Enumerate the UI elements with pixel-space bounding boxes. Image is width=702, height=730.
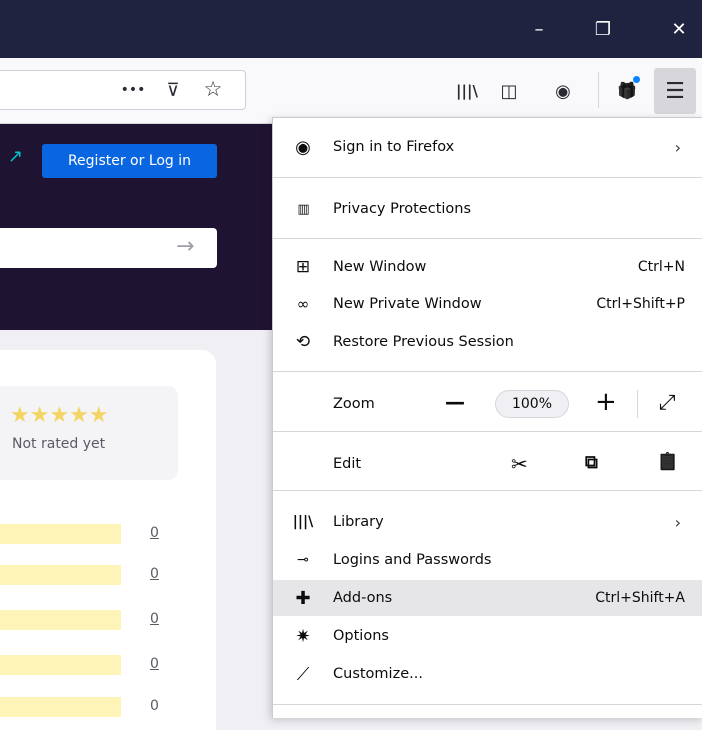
shortcut-label: Ctrl+Shift+A: [595, 590, 685, 606]
menu-zoom-row: Zoom — 100% + ⤢: [273, 384, 702, 424]
search-submit-icon[interactable]: →: [176, 234, 194, 259]
zoom-in-button[interactable]: +: [595, 387, 617, 417]
rating-bar: [0, 655, 121, 675]
menu-item-label: Library: [333, 514, 384, 530]
minimize-button[interactable]: –: [516, 0, 562, 58]
menu-item-new-private-window[interactable]: ∞ New Private Window Ctrl+Shift+P: [273, 286, 702, 322]
more-icon: •••: [120, 82, 146, 98]
menu-item-restore-session[interactable]: ⟲ Restore Previous Session: [273, 324, 702, 360]
zoom-separator: [637, 390, 638, 418]
menu-item-options[interactable]: ✷ Options: [273, 618, 702, 654]
menu-separator: [273, 238, 702, 239]
account-icon: ◉: [295, 136, 311, 158]
menu-separator: [273, 177, 702, 178]
gift-icon: 🎁: [617, 80, 637, 100]
shortcut-label: Ctrl+N: [637, 259, 685, 275]
menu-separator: [273, 704, 702, 705]
restore-icon: ❐: [594, 18, 612, 40]
rating-count-link[interactable]: 0: [150, 566, 159, 582]
bookmark-button[interactable]: ☆: [198, 74, 228, 104]
menu-item-logins[interactable]: ⊸ Logins and Passwords: [273, 542, 702, 578]
register-login-button[interactable]: Register or Log in: [42, 144, 217, 178]
menu-item-label: Add-ons: [333, 590, 393, 606]
menu-item-label: Options: [333, 628, 389, 644]
rating-count-link[interactable]: 0: [150, 611, 159, 627]
account-button[interactable]: ◉: [548, 76, 578, 106]
pocket-icon: ⊽: [166, 79, 180, 101]
menu-item-library[interactable]: |||\ Library ›: [273, 504, 702, 540]
url-bar[interactable]: ••• ⊽ ☆: [0, 70, 246, 110]
page-actions-button[interactable]: •••: [118, 75, 148, 105]
chevron-right-icon: ›: [674, 137, 681, 157]
copy-button[interactable]: ⧉: [585, 452, 598, 473]
fullscreen-button[interactable]: ⤢: [659, 390, 676, 415]
new-window-icon: ⊞: [295, 257, 311, 277]
rating-bar: [0, 524, 121, 544]
zoom-reset-button[interactable]: 100%: [495, 390, 569, 418]
menu-item-customize[interactable]: ⟋ Customize...: [273, 656, 702, 692]
chevron-right-icon: ›: [674, 512, 681, 532]
close-button[interactable]: ✕: [656, 0, 702, 58]
notification-dot: [633, 76, 640, 83]
shortcut-label: Ctrl+Shift+P: [596, 296, 685, 312]
menu-item-label: Sign in to Firefox: [333, 139, 455, 155]
menu-item-label: Privacy Protections: [333, 201, 472, 217]
gear-icon: ✷: [295, 625, 311, 647]
library-button[interactable]: |||\: [452, 76, 482, 106]
zoom-out-button[interactable]: —: [445, 390, 465, 414]
sidebar-icon: ◫: [500, 80, 518, 102]
edit-label: Edit: [333, 456, 362, 472]
navigation-toolbar: ••• ⊽ ☆ |||\ ◫ ◉ 🎁 ☰: [0, 58, 702, 124]
app-menu-panel: ◉ Sign in to Firefox › ▥ Privacy Protect…: [272, 117, 702, 718]
menu-edit-row: Edit ✂ ⧉ 📋: [273, 444, 702, 484]
rating-count[interactable]: 0: [150, 698, 159, 714]
menu-item-label: New Window: [333, 259, 427, 275]
rating-bar: [0, 697, 121, 717]
rating-count-link[interactable]: 0: [150, 525, 159, 541]
library-icon: |||\: [456, 82, 478, 100]
private-mask-icon: ∞: [296, 295, 310, 313]
menu-item-addons[interactable]: ✚ Add-ons Ctrl+Shift+A: [273, 580, 702, 616]
menu-item-label: Restore Previous Session: [333, 334, 514, 350]
cut-button[interactable]: ✂: [511, 452, 528, 476]
open-menu-button[interactable]: ☰: [654, 68, 696, 114]
paste-button[interactable]: 📋: [657, 452, 678, 472]
whats-new-button[interactable]: 🎁: [612, 75, 642, 105]
menu-item-label: New Private Window: [333, 296, 482, 312]
library-icon: |||\: [292, 514, 314, 530]
menu-item-new-window[interactable]: ⊞ New Window Ctrl+N: [273, 249, 702, 285]
rating-bar: [0, 565, 121, 585]
rating-bar: [0, 610, 121, 630]
rating-count-link[interactable]: 0: [150, 656, 159, 672]
pocket-button[interactable]: ⊽: [158, 75, 188, 105]
menu-separator: [273, 371, 702, 372]
menu-item-label: Logins and Passwords: [333, 552, 492, 568]
key-icon: ⊸: [297, 552, 309, 568]
star-icon: ☆: [203, 77, 223, 101]
restore-session-icon: ⟲: [295, 332, 311, 352]
paintbrush-icon: ⟋: [296, 663, 310, 685]
hamburger-icon: ☰: [665, 78, 685, 104]
close-icon: ✕: [671, 18, 687, 40]
account-icon: ◉: [555, 80, 571, 102]
toolbar-separator: [598, 72, 599, 108]
menu-item-privacy-protections[interactable]: ▥ Privacy Protections: [273, 191, 702, 227]
menu-item-label: Customize...: [333, 666, 423, 682]
rating-stars-icon: ★★★★★: [10, 403, 109, 428]
sidebar-button[interactable]: ◫: [494, 76, 524, 106]
title-bar: – ❐ ✕: [0, 0, 702, 58]
menu-separator: [273, 490, 702, 491]
minimize-icon: –: [534, 18, 544, 40]
external-link-icon: ↗: [8, 146, 24, 167]
restore-button[interactable]: ❐: [580, 0, 626, 58]
menu-separator: [273, 431, 702, 432]
menu-item-sign-in[interactable]: ◉ Sign in to Firefox ›: [273, 129, 702, 165]
rating-summary: [0, 386, 178, 480]
zoom-label: Zoom: [333, 396, 375, 412]
privacy-dashboard-icon: ▥: [297, 201, 309, 217]
puzzle-piece-icon: ✚: [295, 587, 311, 609]
not-rated-label: Not rated yet: [12, 436, 106, 452]
